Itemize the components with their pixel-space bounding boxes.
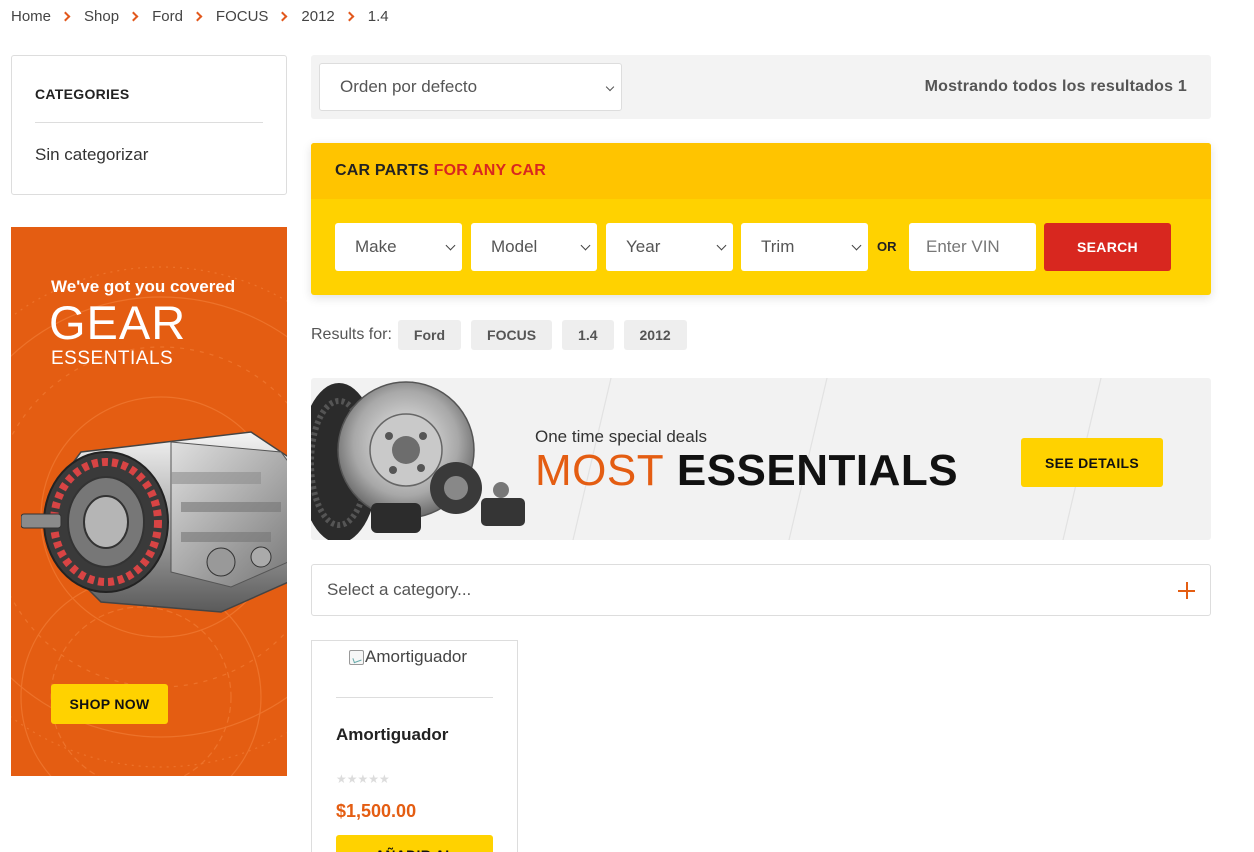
chevron-right-icon (344, 11, 355, 21)
chevron-down-icon (851, 240, 862, 251)
broken-image-icon (349, 649, 364, 665)
trim-select-value: Trim (761, 237, 795, 256)
categories-widget: CATEGORIES Sin categorizar (11, 55, 287, 195)
trim-select[interactable]: Trim (741, 223, 868, 271)
chevron-right-icon (277, 11, 288, 21)
brake-parts-image (311, 381, 525, 540)
chevron-right-icon (60, 11, 71, 21)
essentials-title-bold: ESSENTIALS (676, 446, 959, 495)
category-link[interactable]: Sin categorizar (35, 145, 148, 165)
star-rating: ★★★★★ (336, 772, 390, 786)
sort-select-value: Orden por defecto (340, 77, 478, 96)
plus-icon[interactable] (1178, 582, 1195, 599)
banner-tagline: We've got you covered (51, 277, 236, 296)
category-select[interactable]: Select a category... (311, 564, 1211, 616)
finder-header: CAR PARTS FOR ANY CAR (311, 143, 1211, 199)
breadcrumb: Home Shop Ford FOCUS 2012 1.4 (11, 6, 389, 26)
add-to-cart-button[interactable]: AÑADIR AL (336, 835, 493, 852)
most-essentials-banner: One time special deals MOST ESSENTIALS S… (311, 378, 1211, 540)
year-select-value: Year (626, 237, 661, 256)
filter-chip-year[interactable]: 2012 (623, 320, 687, 350)
model-select-value: Model (491, 237, 538, 256)
or-label: OR (877, 239, 897, 254)
filter-chip-model[interactable]: FOCUS (471, 320, 553, 350)
car-parts-finder: CAR PARTS FOR ANY CAR Make Model Year Tr… (311, 143, 1211, 295)
essentials-title: MOST ESSENTIALS (535, 446, 958, 496)
sort-bar: Orden por defecto Mostrando todos los re… (311, 55, 1211, 119)
product-image-alt: Amortiguador (365, 647, 468, 666)
chevron-down-icon (580, 240, 591, 251)
finder-title-accent: FOR ANY CAR (433, 162, 547, 179)
essentials-tagline: One time special deals (535, 427, 707, 446)
gear-essentials-banner: We've got you covered GEAR ESSENTIALS SH… (11, 227, 287, 776)
filter-chip-engine[interactable]: 1.4 (562, 320, 614, 350)
chevron-right-icon (128, 11, 139, 21)
chevron-down-icon (716, 240, 727, 251)
sort-select[interactable]: Orden por defecto (319, 63, 622, 111)
vin-input[interactable] (909, 223, 1036, 271)
chevron-down-icon (605, 82, 615, 92)
model-select[interactable]: Model (471, 223, 597, 271)
chevron-right-icon (192, 11, 203, 21)
breadcrumb-model[interactable]: FOCUS (216, 8, 269, 25)
make-select-value: Make (355, 237, 397, 256)
results-for-label: Results for: (311, 326, 392, 343)
see-details-button[interactable]: SEE DETAILS (1021, 438, 1163, 487)
transmission-image (21, 431, 287, 613)
breadcrumb-engine: 1.4 (367, 7, 389, 25)
categories-title: CATEGORIES (35, 86, 130, 102)
filter-chip-make[interactable]: Ford (397, 320, 462, 350)
finder-title-prefix: CAR PARTS (335, 162, 429, 179)
make-select[interactable]: Make (335, 223, 462, 271)
breadcrumb-home[interactable]: Home (11, 8, 51, 25)
active-filters: Results for: Ford FOCUS 1.4 2012 (311, 320, 697, 350)
essentials-title-light: MOST (535, 446, 665, 495)
chevron-down-icon (445, 240, 456, 251)
finder-title: CAR PARTS FOR ANY CAR (335, 162, 546, 180)
divider (336, 697, 493, 698)
banner-subtitle: ESSENTIALS (51, 348, 174, 369)
breadcrumb-make[interactable]: Ford (152, 8, 183, 25)
search-button[interactable]: SEARCH (1044, 223, 1171, 271)
divider (35, 122, 263, 123)
product-image[interactable]: Amortiguador (349, 647, 467, 667)
results-count: Mostrando todos los resultados 1 (924, 78, 1187, 95)
shop-now-button[interactable]: SHOP NOW (51, 684, 168, 724)
category-select-placeholder: Select a category... (327, 580, 472, 599)
breadcrumb-year[interactable]: 2012 (301, 8, 334, 25)
product-title[interactable]: Amortiguador (336, 725, 448, 745)
product-card: Amortiguador Amortiguador ★★★★★ $1,500.0… (311, 640, 518, 852)
breadcrumb-shop[interactable]: Shop (84, 8, 119, 25)
product-price: $1,500.00 (336, 801, 417, 821)
year-select[interactable]: Year (606, 223, 733, 271)
banner-title: GEAR (49, 296, 187, 349)
